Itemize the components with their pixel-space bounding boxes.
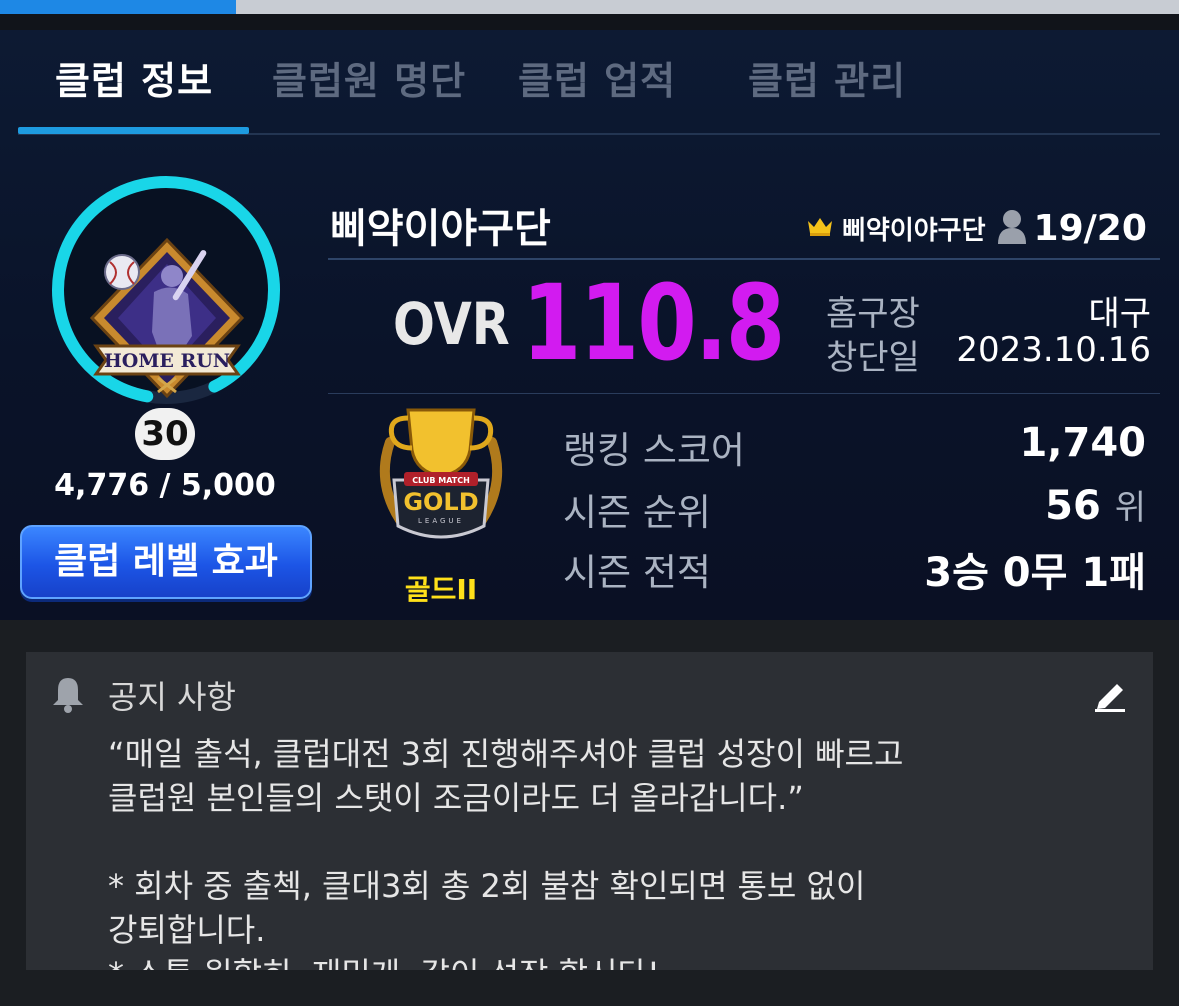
tab-club-achievements[interactable]: 클럽 업적 — [518, 50, 676, 105]
tab-club-info[interactable]: 클럽 정보 — [55, 50, 213, 105]
season-rank-label: 시즌 순위 — [563, 491, 711, 534]
ranking-score-value: 1,740 — [1019, 420, 1146, 466]
club-level-effect-button[interactable]: 클럽 레벨 효과 — [20, 525, 312, 599]
member-count: 19/20 — [1033, 207, 1147, 249]
member-icon — [996, 208, 1028, 248]
founded-date-value: 2023.10.16 — [956, 330, 1151, 370]
ovr-label: OVR — [393, 290, 510, 358]
club-level-badge: 30 — [135, 408, 195, 460]
tab-bar: 클럽 정보 클럽원 명단 클럽 업적 클럽 관리 — [18, 40, 1160, 135]
club-owner-name: 삐약이야구단 — [842, 215, 986, 246]
founded-date-label: 창단일 — [826, 338, 920, 378]
pencil-icon[interactable] — [1093, 676, 1127, 712]
top-progress-fill — [0, 0, 236, 14]
emblem-text: HOME RUN — [104, 350, 230, 372]
club-info-screen: 클럽 정보 클럽원 명단 클럽 업적 클럽 관리 HOME RUN 30 4,7… — [0, 0, 1179, 1006]
club-exp-text: 4,776 / 5,000 — [54, 468, 276, 503]
season-record-value: 3승 0무 1패 — [924, 550, 1146, 596]
gold-league-trophy-icon: CLUB MATCH GOLD LEAGUE — [370, 402, 512, 552]
top-shade — [0, 14, 1179, 30]
bell-icon — [48, 674, 88, 714]
top-progress-bar — [0, 0, 1179, 14]
ovr-value: 110.8 — [522, 262, 785, 384]
trophy-badge-top: CLUB MATCH — [412, 476, 470, 485]
club-name: 삐약이야구단 — [330, 206, 551, 252]
stats-divider — [328, 393, 1160, 394]
trophy-badge-main: GOLD — [403, 488, 478, 516]
home-run-emblem-icon: HOME RUN — [88, 236, 246, 400]
tab-member-list[interactable]: 클럽원 명단 — [272, 50, 466, 105]
season-rank: 56 위 — [1045, 480, 1146, 529]
league-tier-name: 골드II — [404, 573, 478, 606]
club-owner: 삐약이야구단 19/20 — [806, 206, 1147, 250]
season-rank-suffix: 위 — [1114, 488, 1146, 528]
home-stadium-value: 대구 — [1088, 294, 1151, 334]
notice-panel: 공지 사항 “매일 출석, 클럽대전 3회 진행해주셔야 클럽 성장이 빠르고 … — [26, 652, 1153, 970]
notice-body: “매일 출석, 클럽대전 3회 진행해주셔야 클럽 성장이 빠르고 클럽원 본인… — [108, 735, 904, 970]
ranking-score-label: 랭킹 스코어 — [563, 429, 745, 472]
tab-club-management[interactable]: 클럽 관리 — [748, 50, 906, 105]
club-name-divider — [328, 258, 1160, 260]
season-record-label: 시즌 전적 — [563, 551, 711, 594]
trophy-badge-sub: LEAGUE — [418, 517, 464, 525]
active-tab-indicator — [18, 127, 249, 134]
season-rank-value: 56 — [1045, 483, 1101, 529]
home-stadium-label: 홈구장 — [826, 294, 920, 334]
notice-title: 공지 사항 — [108, 678, 236, 716]
crown-icon — [806, 215, 834, 241]
